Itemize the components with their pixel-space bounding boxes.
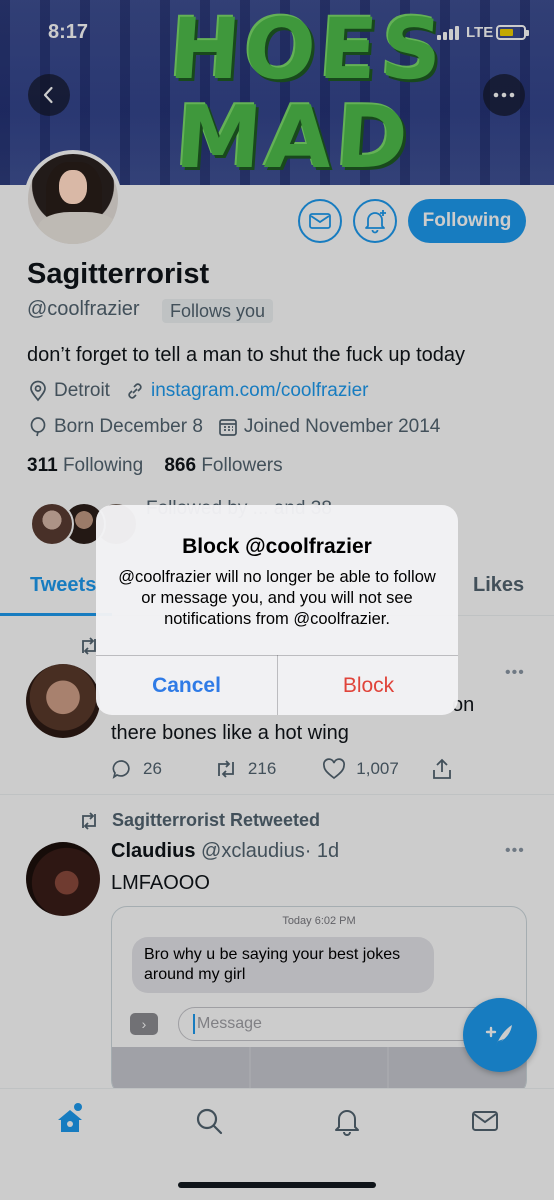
cancel-button[interactable]: Cancel — [96, 656, 277, 715]
dialog-message: @coolfrazier will no longer be able to f… — [118, 568, 436, 628]
block-confirmation-dialog: Block @coolfrazier @coolfrazier will no … — [96, 505, 458, 715]
home-indicator[interactable] — [178, 1182, 376, 1188]
dialog-title: Block @coolfrazier — [182, 535, 372, 558]
block-button[interactable]: Block — [278, 656, 458, 715]
